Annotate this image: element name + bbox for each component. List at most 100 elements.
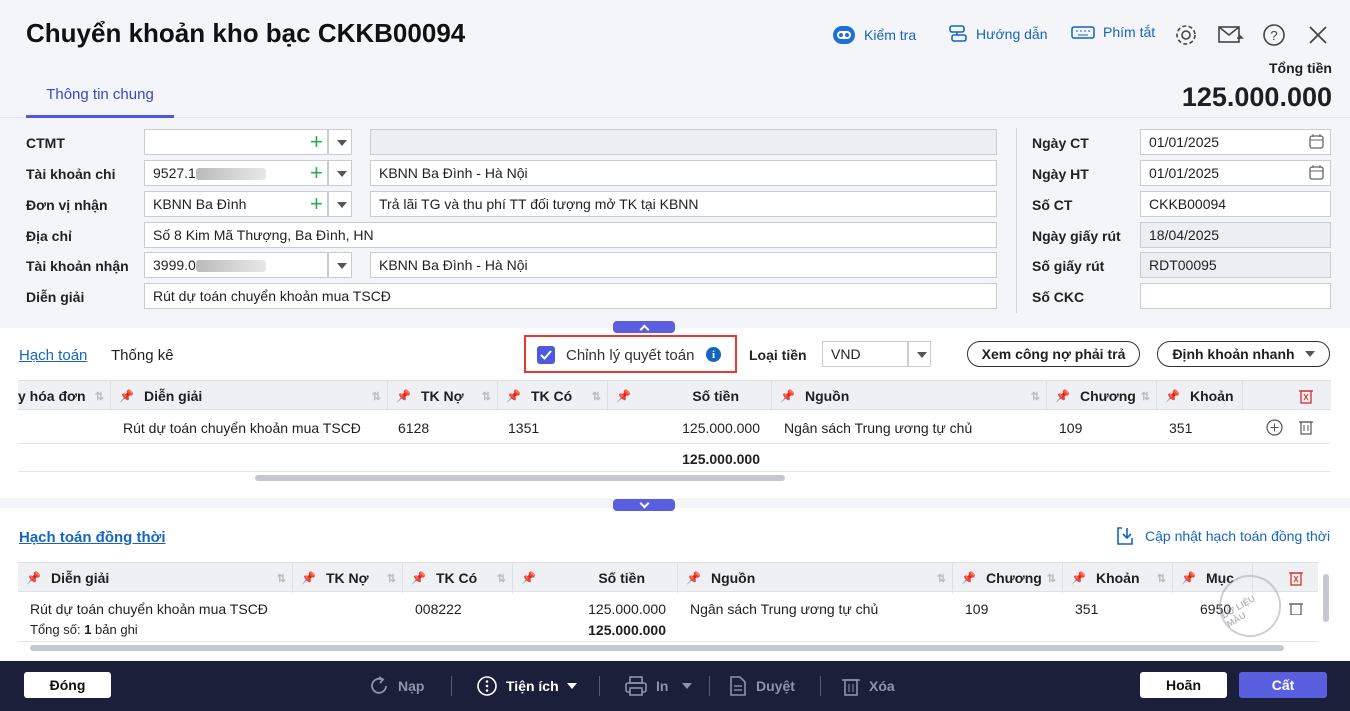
scroll-thumb[interactable] (255, 475, 785, 481)
date-ct-input[interactable]: 01/01/2025 (1140, 129, 1331, 155)
pin-icon[interactable]: 📌 (396, 389, 411, 403)
sort-icon[interactable]: ⇅ (1157, 572, 1166, 585)
horizontal-scrollbar[interactable] (18, 471, 1331, 483)
col-amount[interactable]: 📌 Số tiền (608, 381, 772, 411)
col-source[interactable]: 📌 Nguồn ⇅ (772, 381, 1047, 411)
checkbox-checked-icon[interactable] (537, 346, 555, 364)
date-ht-input[interactable]: 01/01/2025 (1140, 160, 1331, 186)
unit-dropdown[interactable] (328, 191, 352, 217)
pin-icon[interactable]: 📌 (780, 389, 795, 403)
delete-button[interactable]: Xóa (841, 675, 895, 697)
address-input[interactable]: Số 8 Kim Mã Thượng, Ba Đình, HN (144, 222, 997, 248)
cell-credit[interactable]: 008222 (415, 601, 462, 617)
cell-source[interactable]: Ngân sách Trung ương tự chủ (784, 420, 972, 436)
info-icon[interactable]: i (706, 347, 721, 362)
col-item[interactable]: 📌 Khoản ⇅ (1063, 563, 1173, 593)
account-desc[interactable]: KBNN Ba Đình - Hà Nội (370, 160, 997, 186)
col-chapter[interactable]: 📌 Chương ⇅ (953, 563, 1063, 593)
cell-item[interactable]: 351 (1075, 601, 1098, 617)
pin-icon[interactable]: 📌 (301, 571, 316, 585)
pin-icon[interactable]: 📌 (686, 571, 701, 585)
cell-chapter[interactable]: 109 (1059, 420, 1082, 436)
receive-account-input[interactable]: 3999.0 (144, 252, 328, 278)
view-debt-button[interactable]: Xem công nợ phải trả (967, 341, 1140, 367)
shortcut-button[interactable]: Phím tắt (1071, 24, 1155, 40)
col-desc[interactable]: 📌 Diễn giải ⇅ (18, 563, 293, 593)
add-icon[interactable]: + (310, 131, 323, 153)
approve-button[interactable]: Duyệt (728, 675, 795, 697)
cell-source[interactable]: Ngân sách Trung ương tự chủ (690, 601, 878, 617)
sort-icon[interactable]: ⇅ (387, 572, 396, 585)
cell-chapter[interactable]: 109 (965, 601, 988, 617)
delete-all-icon[interactable] (1298, 388, 1314, 404)
horizontal-scrollbar[interactable] (18, 641, 1318, 653)
note-input[interactable]: Rút dự toán chuyển khoản mua TSCĐ (144, 283, 997, 309)
pin-icon[interactable]: 📌 (1165, 389, 1180, 403)
receive-account-dropdown[interactable] (328, 252, 352, 278)
add-icon[interactable]: + (310, 162, 323, 184)
collapse-toggle[interactable] (613, 321, 675, 334)
ctmt-input[interactable] (144, 129, 328, 155)
trash-icon[interactable] (1288, 601, 1304, 615)
close-icon[interactable] (1307, 24, 1329, 46)
cell-amount[interactable]: 125.000.000 (513, 601, 666, 617)
cell-desc[interactable]: Rút dự toán chuyển khoản mua TSCĐ (30, 601, 268, 617)
cell-debit[interactable]: 6128 (398, 420, 429, 436)
tab-accounting[interactable]: Hạch toán (19, 347, 87, 364)
pin-icon[interactable]: 📌 (411, 571, 426, 585)
sort-icon[interactable]: ⇅ (592, 390, 601, 403)
sort-icon[interactable]: ⇅ (95, 390, 104, 403)
pin-icon[interactable]: 📌 (1071, 571, 1086, 585)
sort-icon[interactable]: ⇅ (937, 572, 946, 585)
vertical-scrollbar[interactable] (1321, 562, 1331, 652)
currency-dropdown[interactable] (908, 341, 931, 367)
cell-desc[interactable]: Rút dự toán chuyển khoản mua TSCĐ (123, 420, 361, 436)
col-credit[interactable]: 📌 TK Có ⇅ (403, 563, 513, 593)
utilities-button[interactable]: Tiện ích (476, 675, 577, 697)
update-simultaneous-button[interactable]: Cập nhật hạch toán đồng thời (1115, 526, 1330, 546)
table-row[interactable]: Rút dự toán chuyển khoản mua TSCĐ 008222… (18, 593, 1318, 617)
col-source[interactable]: 📌 Nguồn ⇅ (678, 563, 953, 593)
save-button[interactable]: Cất (1239, 672, 1327, 698)
account-dropdown[interactable] (328, 160, 352, 186)
expand-toggle[interactable] (613, 498, 675, 511)
cell-credit[interactable]: 1351 (508, 420, 539, 436)
pin-icon[interactable]: 📌 (1181, 571, 1196, 585)
gear-icon[interactable] (1174, 23, 1198, 47)
sort-icon[interactable]: ⇅ (1047, 572, 1056, 585)
sort-icon[interactable]: ⇅ (1031, 390, 1040, 403)
cancel-button[interactable]: Hoãn (1140, 672, 1227, 698)
pin-icon[interactable]: 📌 (26, 571, 41, 585)
tab-stats[interactable]: Thống kê (111, 347, 174, 364)
so-ct-input[interactable]: CKKB00094 (1140, 191, 1331, 217)
calendar-icon[interactable] (1309, 134, 1324, 149)
ctmt-dropdown[interactable] (328, 129, 352, 155)
load-button[interactable]: Nạp (368, 675, 424, 697)
col-desc[interactable]: 📌 Diễn giải ⇅ (111, 381, 388, 411)
calendar-icon[interactable] (1309, 165, 1324, 180)
quick-entry-button[interactable]: Định khoản nhanh (1157, 341, 1330, 367)
account-input[interactable]: 9527.1 (144, 160, 328, 186)
tab-simultaneous[interactable]: Hạch toán đồng thời (19, 529, 165, 546)
mail-forward-icon[interactable] (1218, 24, 1244, 46)
check-button[interactable]: Kiểm tra (832, 24, 916, 46)
trash-icon[interactable] (1298, 419, 1314, 435)
pin-icon[interactable]: 📌 (961, 571, 976, 585)
sort-icon[interactable]: ⇅ (1141, 390, 1150, 403)
scroll-thumb[interactable] (30, 645, 1284, 651)
tab-general[interactable]: Thông tin chung (26, 86, 174, 118)
sort-icon[interactable]: ⇅ (482, 390, 491, 403)
print-button[interactable]: In (624, 675, 693, 697)
receive-account-desc[interactable]: KBNN Ba Đình - Hà Nội (370, 252, 997, 278)
add-row-icon[interactable] (1266, 419, 1283, 436)
table-row[interactable]: Rút dự toán chuyển khoản mua TSCĐ 6128 1… (18, 411, 1331, 444)
col-item[interactable]: 📌 Khoản (1157, 381, 1243, 411)
col-amount[interactable]: 📌 Số tiền (513, 563, 678, 593)
pin-icon[interactable]: 📌 (506, 389, 521, 403)
pin-icon[interactable]: 📌 (119, 389, 134, 403)
col-invoice[interactable]: y hóa đơn ⇅ (18, 381, 111, 411)
adjust-label[interactable]: Chỉnh lý quyết toán (566, 347, 694, 364)
col-chapter[interactable]: 📌 Chương ⇅ (1047, 381, 1157, 411)
cell-item[interactable]: 351 (1169, 420, 1192, 436)
pin-icon[interactable]: 📌 (521, 571, 536, 585)
